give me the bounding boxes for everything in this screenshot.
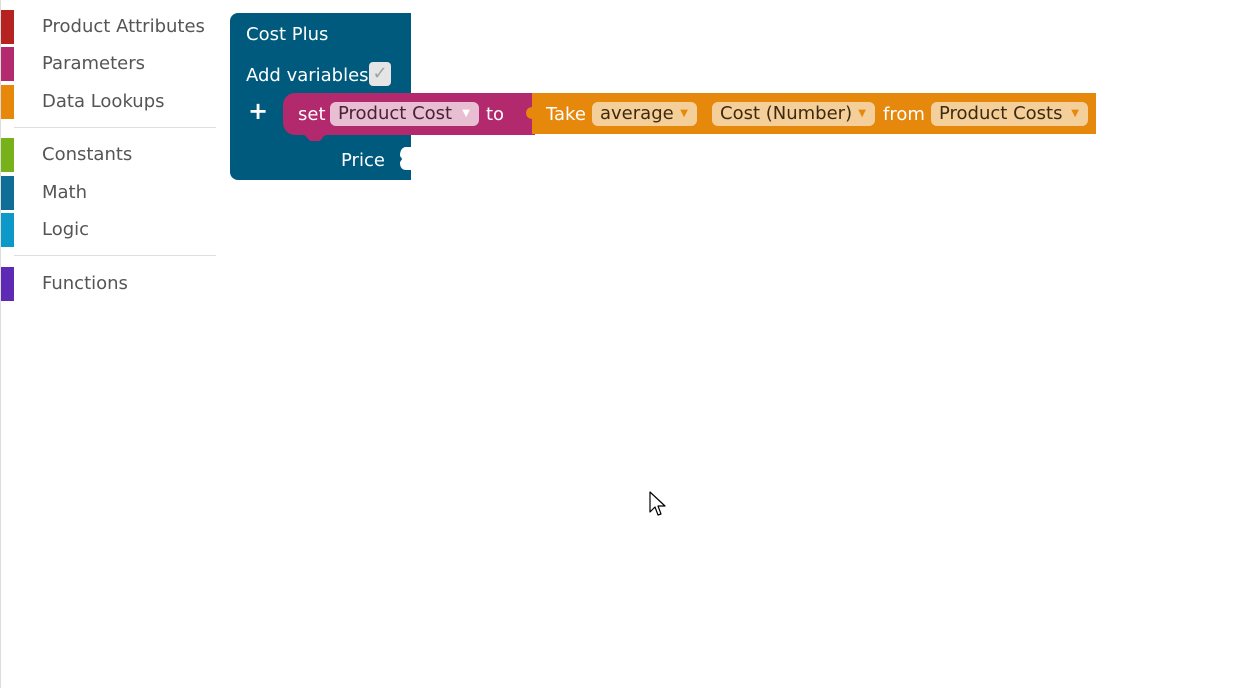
category-data-lookups[interactable]: Data Lookups: [1, 85, 216, 119]
category-label: Product Attributes: [42, 16, 205, 37]
to-label: to: [486, 104, 505, 125]
category-label: Data Lookups: [42, 91, 165, 112]
plus-icon[interactable]: +: [248, 98, 268, 124]
add-variables-label: Add variables: [246, 65, 369, 86]
category-label: Constants: [42, 144, 133, 165]
category-logic[interactable]: Logic: [1, 213, 216, 247]
chevron-down-icon: ▼: [680, 108, 688, 119]
toolbox-sidebar: Product Attributes Parameters Data Looku…: [0, 0, 216, 688]
category-color-swatch: [1, 85, 14, 119]
category-color-swatch: [1, 138, 14, 172]
category-functions[interactable]: Functions: [1, 267, 216, 301]
return-price-label: Price: [341, 150, 385, 171]
category-color-swatch: [1, 213, 14, 247]
function-title: Cost Plus: [246, 24, 329, 45]
source-dropdown[interactable]: Product Costs ▼: [931, 102, 1088, 126]
category-parameters[interactable]: Parameters: [1, 47, 216, 81]
field-dropdown-value: Cost (Number): [720, 103, 853, 124]
aggregate-dropdown-value: average: [600, 103, 674, 124]
set-label: set: [298, 104, 326, 125]
take-label: Take: [546, 104, 586, 125]
toolbox-separator: [14, 255, 216, 256]
category-product-attributes[interactable]: Product Attributes: [1, 10, 216, 44]
blockly-workspace[interactable]: Cost Plus Add variables ✓ + Price set Pr…: [215, 0, 1247, 688]
set-variable-block[interactable]: set Product Cost ▼ to: [283, 93, 535, 141]
category-math[interactable]: Math: [1, 176, 216, 210]
category-label: Parameters: [42, 53, 146, 74]
variable-dropdown[interactable]: Product Cost ▼: [330, 102, 479, 126]
chevron-down-icon: ▼: [1071, 108, 1079, 119]
category-label: Functions: [42, 273, 128, 294]
toolbox-separator: [14, 127, 216, 128]
category-color-swatch: [1, 47, 14, 81]
variable-dropdown-value: Product Cost: [338, 103, 453, 124]
source-dropdown-value: Product Costs: [939, 103, 1063, 124]
category-label: Math: [42, 182, 88, 203]
category-constants[interactable]: Constants: [1, 138, 216, 172]
field-dropdown[interactable]: Cost (Number) ▼: [712, 102, 875, 126]
aggregate-dropdown[interactable]: average ▼: [592, 102, 697, 126]
take-aggregate-block[interactable]: Take average ▼ Cost (Number) ▼ from Prod…: [520, 93, 1097, 135]
from-label: from: [883, 104, 925, 125]
category-color-swatch: [1, 176, 14, 210]
chevron-down-icon: ▼: [858, 108, 866, 119]
category-color-swatch: [1, 10, 14, 44]
mouse-cursor-icon: [649, 491, 666, 516]
check-icon: ✓: [372, 63, 388, 84]
category-color-swatch: [1, 267, 14, 301]
add-variables-checkbox[interactable]: ✓: [369, 62, 391, 86]
category-label: Logic: [42, 219, 90, 240]
chevron-down-icon: ▼: [462, 108, 470, 119]
